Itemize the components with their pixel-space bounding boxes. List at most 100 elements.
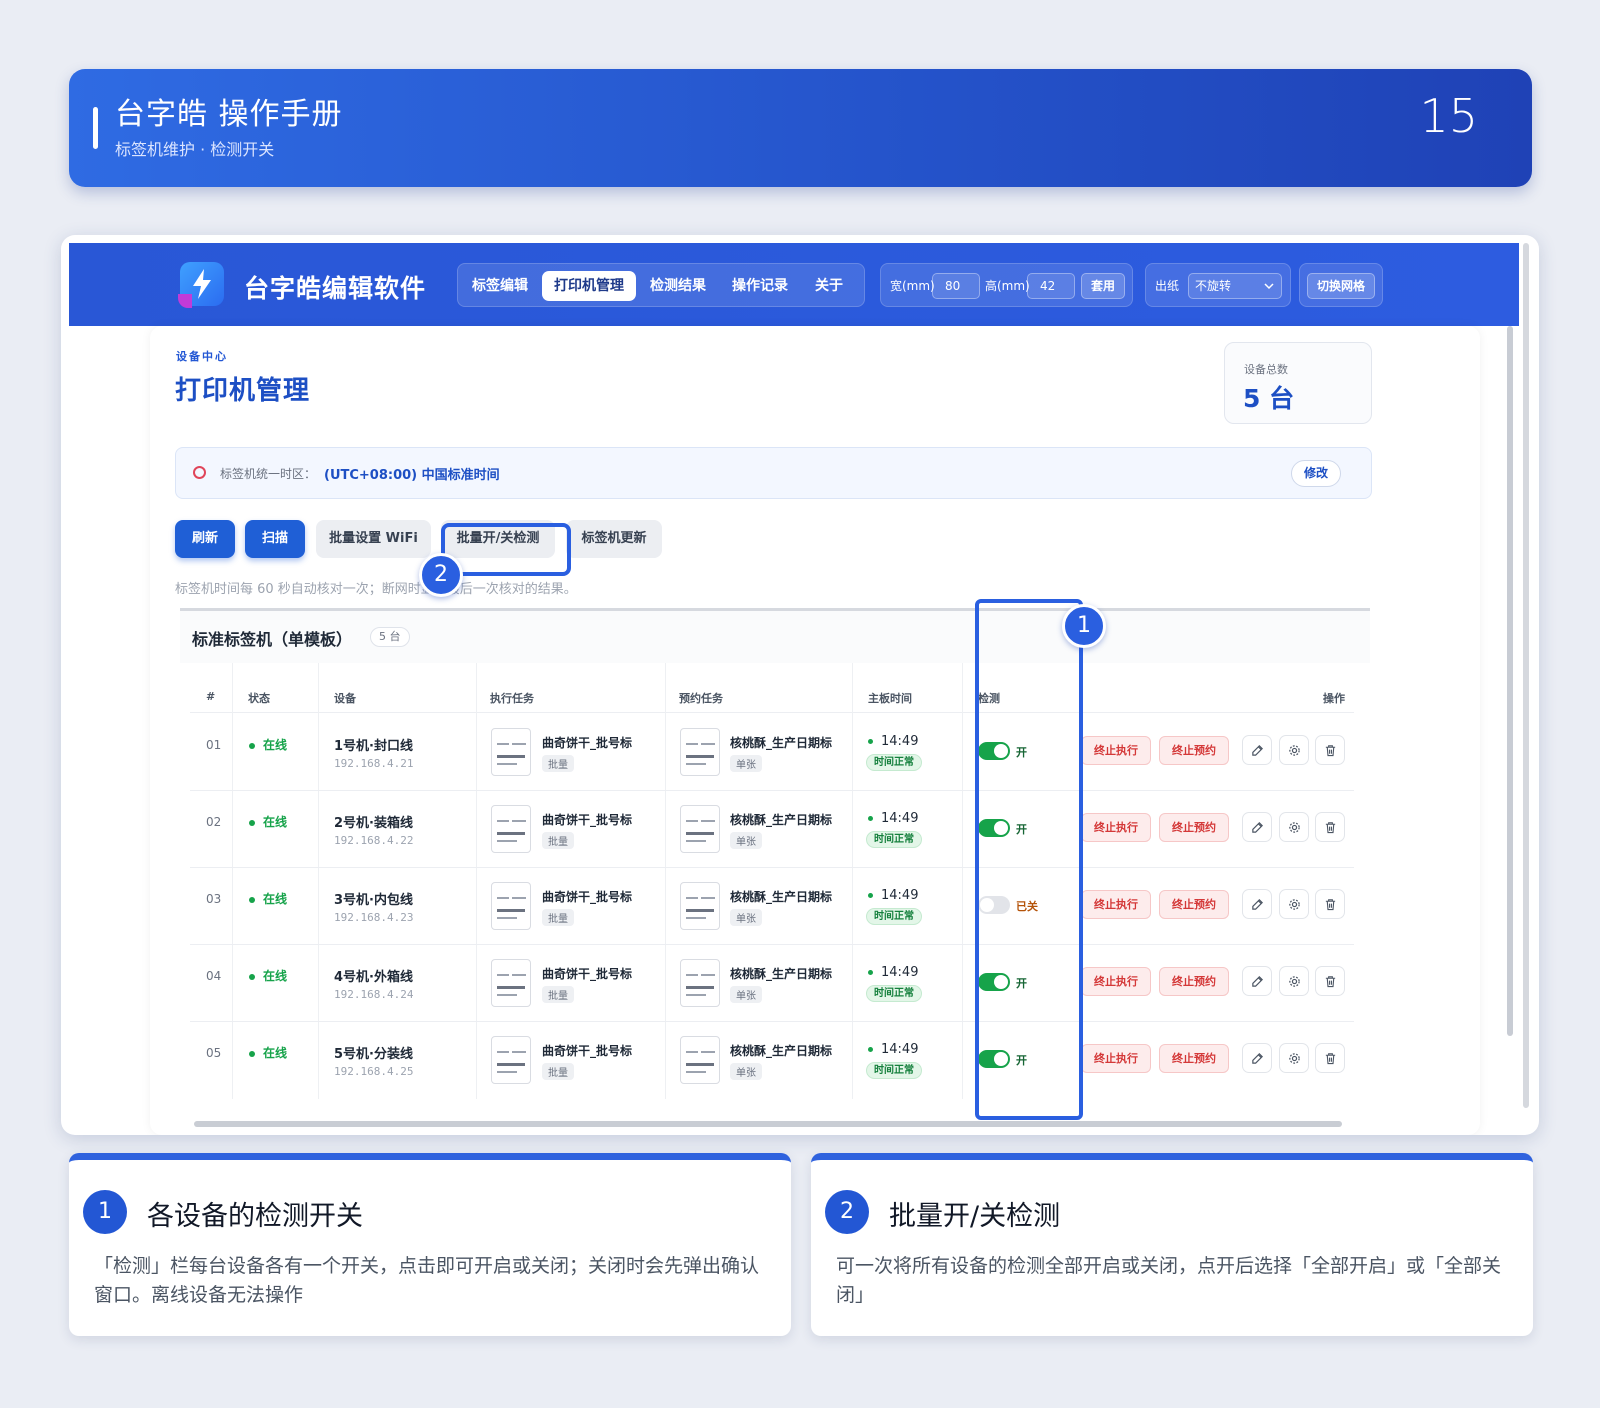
board-time: 14:49 (868, 1042, 918, 1057)
label-thumbnail[interactable] (680, 1036, 720, 1084)
gear-icon[interactable] (1279, 889, 1309, 919)
reserve-task-name: 核桃酥_生产日期标 (730, 1044, 833, 1058)
batch-wifi-button[interactable]: 批量设置 WiFi (316, 520, 431, 558)
stop-reservation-button[interactable]: 终止预约 (1159, 967, 1229, 996)
device-ip: 192.168.4.23 (334, 911, 414, 924)
label-thumbnail[interactable] (680, 882, 720, 930)
width-input[interactable]: 80 (932, 273, 980, 299)
toggle-grid-button[interactable]: 切换网格 (1307, 273, 1375, 299)
status-badge: 在线 (249, 1044, 287, 1061)
time-status-badge: 时间正常 (866, 831, 922, 848)
stop-execution-button[interactable]: 终止执行 (1081, 736, 1151, 765)
label-thumbnail[interactable] (491, 882, 531, 930)
stop-reservation-button[interactable]: 终止预约 (1159, 1044, 1229, 1073)
exec-task-name: 曲奇饼干_批号标 (542, 1044, 633, 1058)
gear-icon[interactable] (1279, 1043, 1309, 1073)
col-exec-task: 执行任务 (490, 692, 534, 705)
board-time: 14:49 (868, 734, 918, 749)
exec-task-name: 曲奇饼干_批号标 (542, 813, 633, 827)
stop-reservation-button[interactable]: 终止预约 (1159, 736, 1229, 765)
exec-task-tag: 批量 (542, 986, 574, 1003)
stop-execution-button[interactable]: 终止执行 (1081, 1044, 1151, 1073)
stop-execution-button[interactable]: 终止执行 (1081, 813, 1151, 842)
device-total-label: 设备总数 (1244, 363, 1288, 376)
exec-task-tag: 批量 (542, 909, 574, 926)
height-input[interactable]: 42 (1027, 273, 1075, 299)
note-desc-1: 「检测」栏每台设备各有一个开关，点击即可开启或关闭；关闭时会先弹出确认窗口。离线… (94, 1255, 760, 1306)
col-actions: 操作 (1323, 692, 1345, 705)
timezone-value: (UTC+08:00) 中国标准时间 (324, 468, 500, 483)
edit-icon[interactable] (1242, 735, 1272, 765)
trash-icon[interactable] (1315, 966, 1345, 996)
label-thumbnail[interactable] (491, 959, 531, 1007)
gear-icon[interactable] (1279, 812, 1309, 842)
main-nav: 标签编辑 打印机管理 检测结果 操作记录 关于 (457, 263, 865, 307)
table-row: 01 在线 1号机·封口线 192.168.4.21 曲奇饼干_批号标 批量 核桃酥_生产日… (190, 713, 1354, 790)
trash-icon[interactable] (1315, 812, 1345, 842)
edit-icon[interactable] (1242, 1043, 1272, 1073)
trash-icon[interactable] (1315, 1043, 1345, 1073)
label-thumbnail[interactable] (680, 959, 720, 1007)
label-thumbnail[interactable] (491, 1036, 531, 1084)
note-number-2: 2 (825, 1190, 869, 1234)
exec-task-tag: 批量 (542, 1063, 574, 1080)
reserve-task-name: 核桃酥_生产日期标 (730, 813, 833, 827)
label-thumbnail[interactable] (491, 805, 531, 853)
row-index: 04 (206, 969, 222, 983)
tab-label-edit[interactable]: 标签编辑 (464, 271, 536, 301)
row-index: 01 (206, 738, 222, 752)
label-thumbnail[interactable] (680, 728, 720, 776)
manual-subtitle: 标签机维护 · 检测开关 (115, 140, 275, 159)
tab-about[interactable]: 关于 (806, 271, 852, 301)
page-number: 15 (1419, 89, 1478, 143)
label-thumbnail[interactable] (680, 805, 720, 853)
device-ip: 192.168.4.21 (334, 757, 414, 770)
timezone-label: 标签机统一时区： (220, 467, 317, 481)
printer-update-button[interactable]: 标签机更新 (566, 520, 662, 558)
edit-timezone-button[interactable]: 修改 (1291, 460, 1341, 487)
scan-button[interactable]: 扫描 (245, 520, 305, 558)
stop-reservation-button[interactable]: 终止预约 (1159, 813, 1229, 842)
reserve-task-name: 核桃酥_生产日期标 (730, 967, 833, 981)
reserve-task-tag: 单张 (730, 832, 762, 849)
apply-size-button[interactable]: 套用 (1081, 273, 1125, 299)
edit-icon[interactable] (1242, 812, 1272, 842)
width-label: 宽(mm) (890, 279, 935, 293)
col-reserve-task: 预约任务 (679, 692, 723, 705)
tab-printer-management[interactable]: 打印机管理 (542, 271, 636, 301)
label-size-controls: 宽(mm) 80 高(mm) 42 套用 (880, 263, 1133, 307)
status-badge: 在线 (249, 813, 287, 830)
trash-icon[interactable] (1315, 735, 1345, 765)
status-badge: 在线 (249, 736, 287, 753)
stop-execution-button[interactable]: 终止执行 (1081, 890, 1151, 919)
app-header: 台字皓编辑软件 标签编辑 打印机管理 检测结果 操作记录 关于 宽(mm) 80… (69, 243, 1519, 326)
trash-icon[interactable] (1315, 889, 1345, 919)
edit-icon[interactable] (1242, 966, 1272, 996)
manual-banner: 台字皓 操作手册 标签机维护 · 检测开关 15 (69, 69, 1532, 187)
sync-hint: 标签机时间每 60 秒自动核对一次；断网时显示最后一次核对的结果。 (175, 582, 577, 597)
board-time: 14:49 (868, 888, 918, 903)
page-scrollbar[interactable] (1507, 326, 1513, 1036)
gear-icon[interactable] (1279, 735, 1309, 765)
stop-execution-button[interactable]: 终止执行 (1081, 967, 1151, 996)
device-ip: 192.168.4.24 (334, 988, 414, 1001)
timezone-bar: 标签机统一时区： (UTC+08:00) 中国标准时间 修改 (175, 447, 1372, 499)
tab-detection-results[interactable]: 检测结果 (642, 271, 714, 301)
device-ip: 192.168.4.25 (334, 1065, 414, 1078)
device-name: 4号机·外箱线 (334, 970, 413, 985)
outer-scrollbar[interactable] (1523, 243, 1529, 1108)
edit-icon[interactable] (1242, 889, 1272, 919)
stop-reservation-button[interactable]: 终止预约 (1159, 890, 1229, 919)
exec-task-tag: 批量 (542, 755, 574, 772)
tab-operation-log[interactable]: 操作记录 (724, 271, 796, 301)
device-name: 5号机·分装线 (334, 1047, 413, 1062)
gear-icon[interactable] (1279, 966, 1309, 996)
refresh-button[interactable]: 刷新 (175, 520, 235, 558)
device-name: 3号机·内包线 (334, 893, 413, 908)
time-status-badge: 时间正常 (866, 1062, 922, 1079)
table-horizontal-scrollbar[interactable] (194, 1121, 1342, 1127)
lightning-logo-icon (178, 262, 224, 308)
note-card-2: 2 批量开/关检测 可一次将所有设备的检测全部开启或关闭，点开后选择「全部开启」… (811, 1153, 1533, 1336)
paper-rotation-select[interactable]: 不旋转 (1188, 273, 1282, 299)
label-thumbnail[interactable] (491, 728, 531, 776)
